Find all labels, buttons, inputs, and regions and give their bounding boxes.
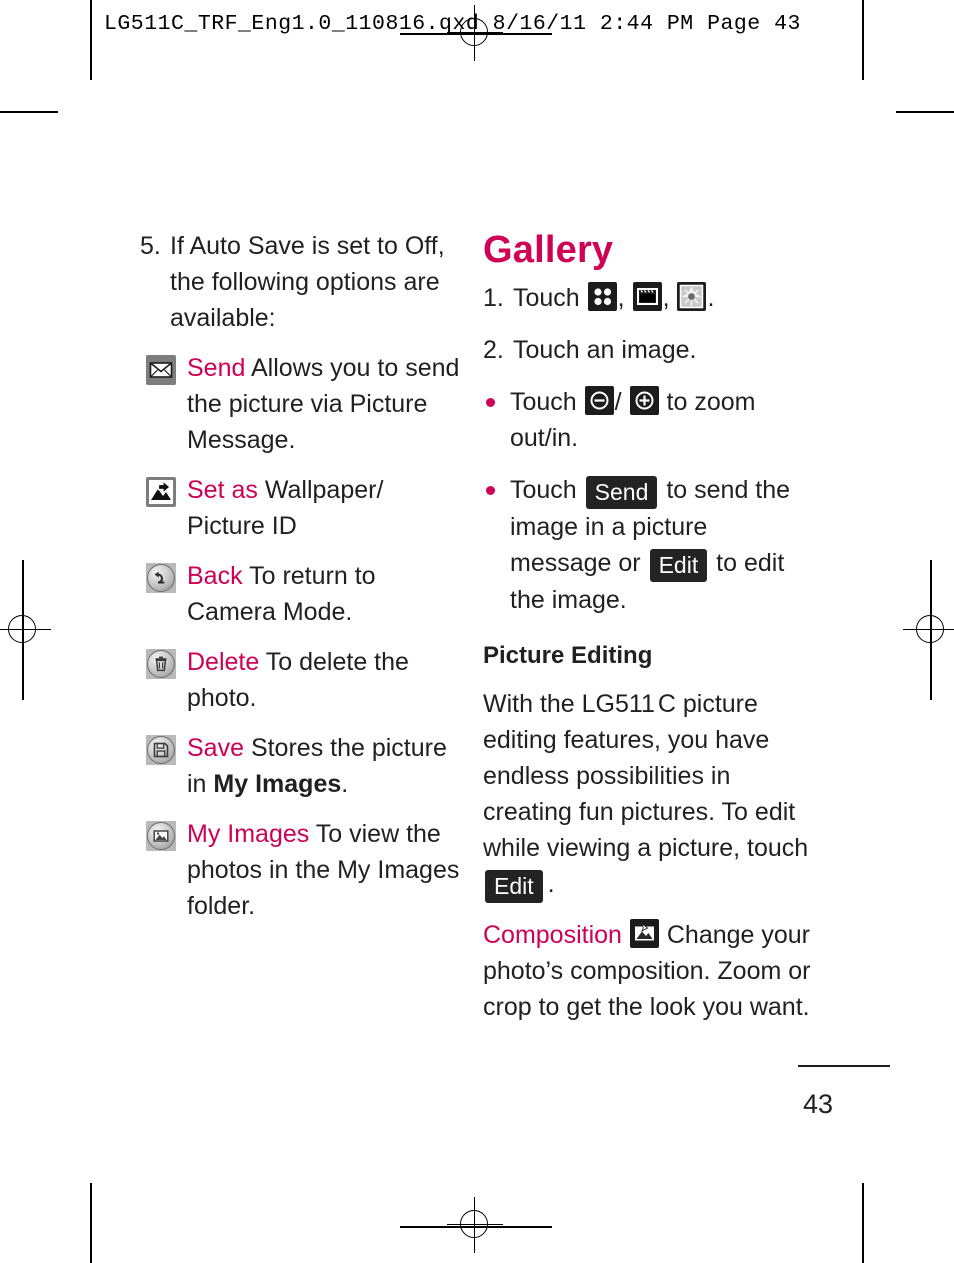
registration-mark-right [903,602,954,658]
trash-icon [146,649,176,679]
document-header-filename: LG511C_TRF_Eng1.0_110816.qxd 8/16/11 2:4… [104,12,801,36]
zoom-out-icon [584,386,614,415]
option-send-term: Send [187,354,246,382]
option-back: Back To return to Camera Mode. [140,558,460,630]
option-delete-term: Delete [187,648,260,676]
right-column: Gallery 1. Touch , , . 2. Touch an image… [483,228,813,1039]
option-my-images: My Images To view the photos in the My I… [140,816,460,924]
grid-dots-icon [587,282,617,311]
gallery-bullet-send-edit: Touch Send to send the image in a pictur… [483,472,813,618]
option-my-images-term: My Images [187,820,310,848]
picture-editing-body-after: . [547,870,555,898]
step-5: 5. If Auto Save is set to Off, the follo… [140,228,460,336]
media-film-icon [632,282,662,311]
option-set-as-term: Set as [187,476,258,504]
gallery-step-1-sep-1: , [617,284,625,312]
composition-term: Composition [483,921,622,949]
back-arrow-icon [146,563,176,593]
step-5-number: 5. [140,232,161,260]
set-as-wallpaper-icon [146,477,176,507]
subsection-heading-picture-editing: Picture Editing [483,642,653,669]
edit-key-chip[interactable]: Edit [649,549,708,582]
step-5-text: If Auto Save is set to Off, the followin… [170,232,445,332]
crop-line-top-left-vertical [90,0,92,80]
crop-line-bottom-right-vertical [862,1183,864,1263]
gallery-step-2-number: 2. [483,336,504,364]
composition-icon [629,919,659,948]
option-delete: Delete To delete the photo. [140,644,460,716]
crop-line-bottom-left-vertical [90,1183,92,1263]
gallery-bullet-zoom: Touch / to zoom out/in. [483,384,813,456]
left-column: 5. If Auto Save is set to Off, the follo… [140,228,460,924]
my-images-icon [146,821,176,851]
option-send: Send Allows you to send the picture via … [140,350,460,458]
picture-editing-model-suffix: C [657,690,676,718]
footer-divider [798,1065,890,1067]
page-number: 43 [803,1089,834,1119]
zoom-in-icon [629,386,659,415]
crop-line-top-right-horizontal [896,111,954,113]
crop-line-top-right-vertical [862,0,864,80]
gallery-step-2: 2. Touch an image. [483,332,813,368]
send-key-chip[interactable]: Send [585,476,658,509]
gallery-step-1-text-before: Touch [513,284,580,312]
bullet-dot-icon [486,398,495,407]
gallery-step-1-text-after: . [707,284,715,312]
option-set-as: Set as Wallpaper/ Picture ID [140,472,460,544]
bullet-zoom-text-before: Touch [510,388,577,416]
bullet-dot-icon [486,486,495,495]
registration-mark-bottom-center [447,1197,503,1253]
option-save-description-after: . [341,770,349,798]
crop-line-top-left-horizontal [0,111,58,113]
save-floppy-icon [146,735,176,765]
gallery-step-1-number: 1. [483,284,504,312]
envelope-icon [146,355,176,385]
gallery-step-1: 1. Touch , , . [483,280,813,316]
picture-editing-paragraph: With the LG511 C picture editing features… [483,686,813,903]
photo-flower-icon [677,282,707,311]
gallery-step-2-text: Touch an image. [513,336,697,364]
option-save: Save Stores the picture in My Images. [140,730,460,802]
bullet-zoom-divider: / [614,388,622,416]
picture-editing-body-before: With the LG511 [483,690,655,718]
option-save-description-bold: My Images [213,770,342,798]
bullet-send-text-before: Touch [510,476,577,504]
option-save-term: Save [187,734,244,762]
registration-mark-left [0,602,51,658]
edit-key-chip[interactable]: Edit [485,870,543,903]
gallery-step-1-sep-2: , [662,284,670,312]
section-heading-gallery: Gallery [483,229,614,271]
option-back-term: Back [187,562,243,590]
composition-paragraph: Composition Change your photo’s composit… [483,917,813,1025]
